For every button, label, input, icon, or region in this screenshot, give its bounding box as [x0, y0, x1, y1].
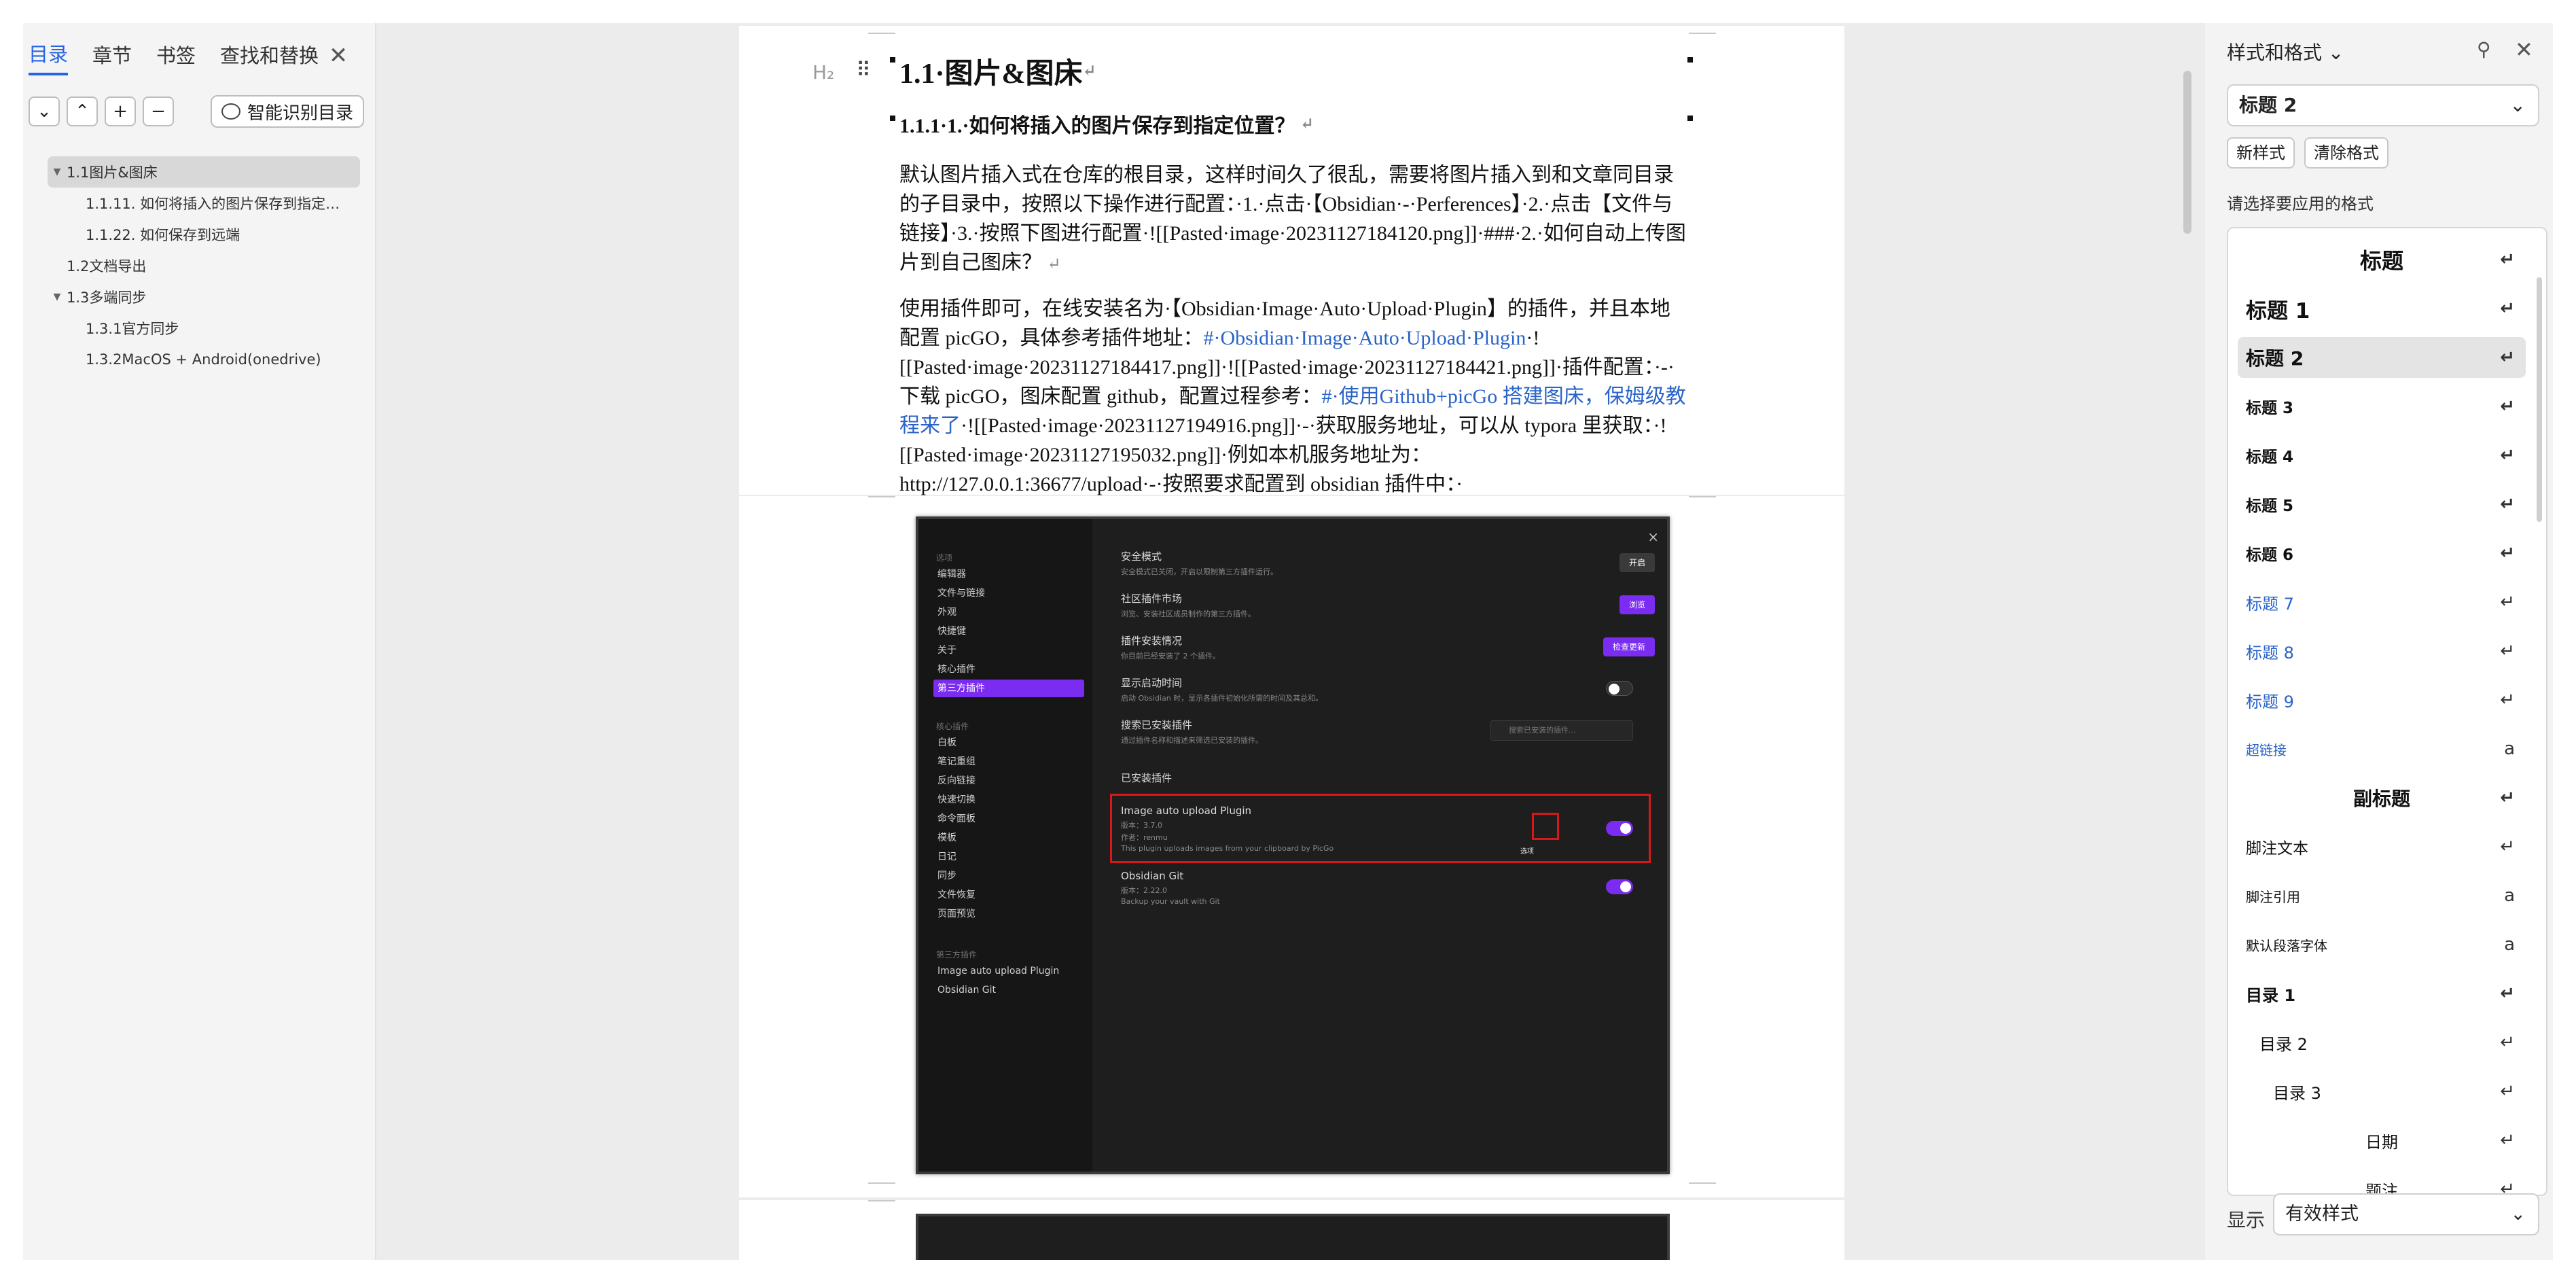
embedded-screenshot[interactable]: [916, 1214, 1670, 1260]
document-area[interactable]: H₂ ⠿ 1.1·图片&图床 ↵ 1.1.1·1.·如何将插入的图片保存到指定位置…: [376, 23, 2200, 1260]
toggle-off: [1606, 681, 1633, 696]
style-list: 标题 ↵ 标题 1 ↵ 标题 2 ↵ 标题 3 ↵ 标题 4 ↵ 标题 5 ↵ 标题 6 ↵ …: [2227, 227, 2547, 1196]
display-filter-select[interactable]: 有效样式 ⌄: [2273, 1193, 2539, 1235]
style-item[interactable]: 标题 3 ↵: [2238, 386, 2526, 427]
close-icon[interactable]: ✕: [326, 43, 351, 68]
paragraph[interactable]: 默认图片插入式在仓库的根目录，这样时间久了很乱，需要将图片插入到和文章同目录的子…: [899, 160, 1687, 279]
triangle-down-icon[interactable]: ▼: [48, 166, 67, 177]
tab-bookmarks[interactable]: 书签: [156, 40, 196, 74]
highlight-box-small: [1532, 813, 1559, 840]
style-item[interactable]: 题注 ↵: [2238, 1169, 2526, 1195]
style-item[interactable]: 标题 1 ↵: [2238, 288, 2526, 329]
triangle-down-icon[interactable]: ▼: [48, 292, 67, 302]
chevron-down-icon[interactable]: ⌄: [29, 96, 60, 126]
format-mark: [890, 116, 895, 121]
crop-mark: [868, 26, 895, 34]
close-icon[interactable]: ✕: [2515, 37, 2533, 63]
highlight-box: [1110, 794, 1651, 863]
page[interactable]: H₂ ⠿ 1.1·图片&图床 ↵ 1.1.1·1.·如何将插入的图片保存到指定位置…: [739, 26, 1844, 495]
style-item[interactable]: 默认段落字体 a: [2238, 924, 2526, 965]
display-label: 显示: [2227, 1209, 2266, 1231]
crop-mark: [868, 496, 895, 504]
toc-item[interactable]: 1.3.1官方同步: [48, 313, 360, 344]
tab-chapters[interactable]: 章节: [92, 40, 132, 74]
style-item[interactable]: 目录 3 ↵: [2238, 1071, 2526, 1112]
smart-toc-label: 智能识别目录: [247, 103, 354, 124]
style-item[interactable]: 脚注文本 ↵: [2238, 826, 2526, 867]
style-item[interactable]: 标题 6 ↵: [2238, 533, 2526, 574]
heading-level-marker[interactable]: H₂: [812, 61, 834, 84]
toggle-on: [1606, 879, 1633, 894]
style-item[interactable]: 日期 ↵: [2238, 1120, 2526, 1161]
toc-item[interactable]: 1.3.2MacOS + Android(onedrive): [48, 344, 360, 375]
crop-mark: [1689, 496, 1716, 504]
navigation-pane: 目录 章节 书签 查找和替换 ✕ ⌄ ⌃ + − 智能识别目录 ▼ 1.1图片&图…: [23, 23, 376, 1260]
style-item[interactable]: 标题 ↵: [2238, 239, 2526, 280]
link[interactable]: #·Obsidian·Image·Auto·Upload·Plugin: [1203, 327, 1526, 349]
style-item[interactable]: 脚注引用 a: [2238, 875, 2526, 916]
format-mark: [1687, 57, 1693, 63]
minus-icon[interactable]: −: [143, 96, 174, 126]
toc-list: ▼ 1.1图片&图床 1.1.11. 如何将插入的图片保存到指定… 1.1.22.…: [48, 156, 360, 375]
list-scrollbar[interactable]: [2537, 277, 2542, 522]
crop-mark: [1689, 26, 1716, 34]
styles-panel: 样式和格式 ⌄ ⚲ ✕ 标题 2 ⌄ 新样式 清除格式 请选择要应用的格式 标题 ↵…: [2205, 23, 2553, 1260]
toc-toolbar: ⌄ ⌃ + −: [29, 96, 181, 126]
smart-toc-button[interactable]: 智能识别目录: [211, 95, 365, 128]
style-item[interactable]: 标题 4 ↵: [2238, 435, 2526, 476]
app-window: 目录 章节 书签 查找和替换 ✕ ⌄ ⌃ + − 智能识别目录 ▼ 1.1图片&图…: [23, 23, 2553, 1260]
style-item[interactable]: 超链接 a: [2238, 728, 2526, 769]
ai-icon: [221, 103, 240, 120]
chevron-up-icon[interactable]: ⌃: [67, 96, 98, 126]
style-item[interactable]: 标题 8 ↵: [2238, 631, 2526, 671]
chevron-down-icon: ⌄: [2509, 94, 2526, 116]
vertical-scrollbar[interactable]: [2183, 71, 2192, 234]
tab-toc[interactable]: 目录: [29, 39, 69, 75]
style-item[interactable]: 目录 1 ↵: [2238, 973, 2526, 1014]
toc-item[interactable]: ▼ 1.3多端同步: [48, 281, 360, 313]
new-style-button[interactable]: 新样式: [2227, 137, 2295, 169]
format-mark: [890, 57, 895, 63]
format-mark: [1687, 116, 1693, 121]
page[interactable]: [739, 1200, 1844, 1260]
close-icon: ×: [1647, 529, 1659, 545]
embedded-screenshot[interactable]: 选项 编辑器 文件与链接 外观 快捷键 关于 核心插件 第三方插件 核心插件 白…: [916, 516, 1670, 1174]
tab-find-replace[interactable]: 查找和替换: [220, 40, 319, 74]
toc-item[interactable]: ▼ 1.1图片&图床: [48, 156, 360, 188]
style-item[interactable]: 标题 7 ↵: [2238, 582, 2526, 622]
toc-item[interactable]: 1.1.11. 如何将插入的图片保存到指定…: [48, 188, 360, 219]
toc-item[interactable]: 1.2文档导出: [48, 250, 360, 281]
style-item[interactable]: 标题 9 ↵: [2238, 680, 2526, 720]
heading-2[interactable]: 1.1.1·1.·如何将插入的图片保存到指定位置？ ↵: [899, 103, 1687, 144]
current-style-select[interactable]: 标题 2 ⌄: [2227, 84, 2539, 126]
style-item[interactable]: 副标题 ↵: [2238, 777, 2526, 818]
style-item[interactable]: 目录 2 ↵: [2238, 1022, 2526, 1063]
panel-title[interactable]: 样式和格式 ⌄: [2227, 38, 2344, 65]
heading-1[interactable]: 1.1·图片&图床 ↵: [899, 46, 1687, 95]
drag-handle-icon[interactable]: ⠿: [856, 58, 871, 82]
style-prompt: 请选择要应用的格式: [2227, 194, 2374, 213]
page[interactable]: 选项 编辑器 文件与链接 外观 快捷键 关于 核心插件 第三方插件 核心插件 白…: [739, 496, 1844, 1197]
obsidian-settings-sidebar: 选项 编辑器 文件与链接 外观 快捷键 关于 核心插件 第三方插件 核心插件 白…: [918, 519, 1092, 1172]
nav-tabs: 目录 章节 书签 查找和替换: [29, 38, 343, 76]
style-item[interactable]: 标题 5 ↵: [2238, 484, 2526, 525]
style-item[interactable]: 标题 2 ↵: [2238, 337, 2526, 378]
pin-icon[interactable]: ⚲: [2477, 38, 2491, 60]
crop-mark: [868, 1182, 895, 1191]
plugin-search-input: 搜索已安装的插件...: [1490, 720, 1633, 741]
page-content[interactable]: 1.1·图片&图床 ↵ 1.1.1·1.·如何将插入的图片保存到指定位置？ ↵ 默…: [899, 46, 1687, 499]
plus-icon[interactable]: +: [105, 96, 136, 126]
crop-mark: [1689, 1182, 1716, 1191]
paragraph[interactable]: 使用插件即可，在线安装名为·【Obsidian·Image·Auto·Uploa…: [899, 294, 1687, 499]
chevron-down-icon: ⌄: [2510, 1203, 2526, 1225]
crop-mark: [868, 1200, 895, 1208]
toc-item[interactable]: 1.1.22. 如何保存到远端: [48, 219, 360, 250]
clear-format-button[interactable]: 清除格式: [2304, 137, 2389, 169]
